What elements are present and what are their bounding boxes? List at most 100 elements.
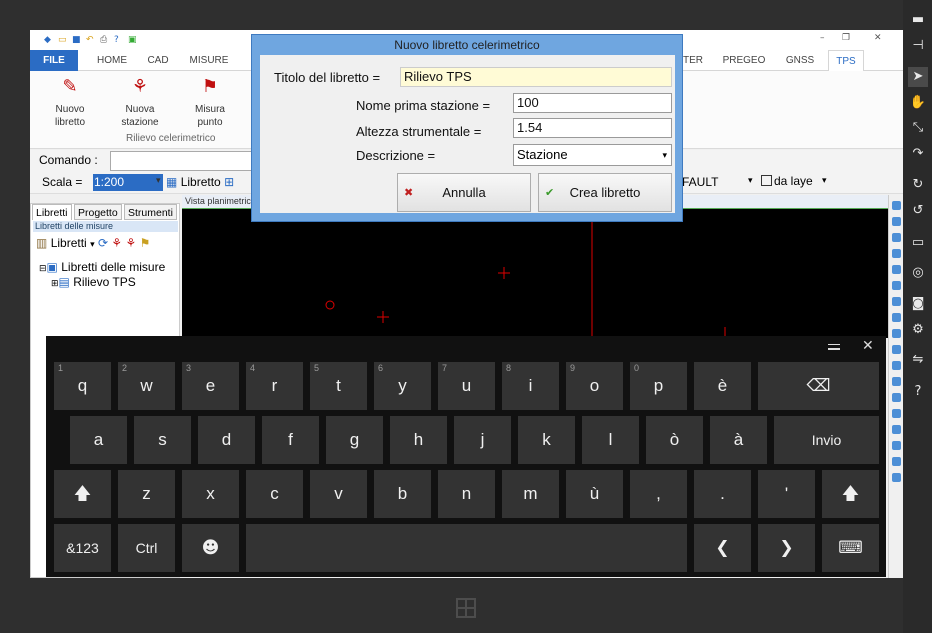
key-d[interactable]: d [198, 416, 255, 464]
titolo-field[interactable]: Rilievo TPS [400, 67, 672, 87]
export-icon[interactable]: ▣ [128, 35, 140, 46]
collapse-icon[interactable]: ⊟ [39, 264, 47, 274]
print-icon[interactable]: ⎙ [100, 35, 112, 46]
shift-left-key[interactable]: 🡅 [54, 470, 111, 518]
key-q[interactable]: 1q [54, 362, 111, 410]
scale-select[interactable]: 1:200 [93, 174, 163, 191]
chevron-down-icon[interactable]: ▾ [156, 175, 161, 186]
tool-icon[interactable] [892, 297, 901, 306]
key-k[interactable]: k [518, 416, 575, 464]
tab-misure[interactable]: MISURE [186, 50, 232, 71]
open-icon[interactable]: ▭ [58, 35, 70, 46]
new-book-button[interactable]: ✎ Nuovo libretto [42, 75, 98, 129]
tab-progetto[interactable]: Progetto [74, 204, 122, 220]
drawing-canvas[interactable] [182, 208, 888, 339]
key-u[interactable]: 7u [438, 362, 495, 410]
key-è[interactable]: è [694, 362, 751, 410]
tool-icon[interactable] [892, 265, 901, 274]
key-l[interactable]: l [582, 416, 639, 464]
camera-icon[interactable]: ◙ [908, 294, 928, 314]
network-icon[interactable]: ⇋ [908, 350, 928, 370]
key-w[interactable]: 2w [118, 362, 175, 410]
left-arrow-key[interactable]: ❮ [694, 524, 751, 572]
tool-icon[interactable] [892, 409, 901, 418]
backspace-key[interactable]: ⌫ [758, 362, 879, 410]
tab-cad[interactable]: CAD [142, 50, 174, 71]
new-station-button[interactable]: ⚘ Nuova stazione [112, 75, 168, 129]
pointer-icon[interactable]: ➤ [908, 67, 928, 87]
tool-icon[interactable] [892, 329, 901, 338]
tool-icon[interactable] [892, 233, 901, 242]
tool-icon[interactable] [892, 377, 901, 386]
key-a[interactable]: a [70, 416, 127, 464]
key-y[interactable]: 6y [374, 362, 431, 410]
tool-icon[interactable] [892, 281, 901, 290]
tool-icon[interactable] [892, 345, 901, 354]
key-x[interactable]: x [182, 470, 239, 518]
maximize-icon[interactable]: ❐ [842, 33, 854, 44]
tab-pregeo[interactable]: PREGEO [718, 50, 770, 71]
swipe-icon[interactable]: ↷ [908, 144, 928, 164]
ctrl-key[interactable]: Ctrl [118, 524, 175, 572]
key-apostrophe[interactable]: ' [758, 470, 815, 518]
tool-icon[interactable] [892, 393, 901, 402]
key-p[interactable]: 0p [630, 362, 687, 410]
key-h[interactable]: h [390, 416, 447, 464]
key-à[interactable]: à [710, 416, 767, 464]
tree-item-rilievo[interactable]: ⊞▤ Rilievo TPS [51, 275, 136, 289]
key-n[interactable]: n [438, 470, 495, 518]
da-layer-checkbox[interactable]: da laye [761, 174, 813, 188]
chevron-down-icon[interactable]: ▾ [90, 239, 95, 249]
stazione-field[interactable]: 100 [513, 93, 672, 113]
altezza-field[interactable]: 1.54 [513, 118, 672, 138]
expand-icon[interactable]: ⊞ [51, 279, 59, 289]
tab-file[interactable]: FILE [30, 50, 78, 71]
key-i[interactable]: 8i [502, 362, 559, 410]
undo-icon[interactable]: ↶ [86, 35, 98, 46]
tool-icon[interactable] [892, 217, 901, 226]
emoji-key[interactable]: ☻ [182, 524, 239, 572]
key-r[interactable]: 4r [246, 362, 303, 410]
right-arrow-key[interactable]: ❯ [758, 524, 815, 572]
tool-icon[interactable] [892, 457, 901, 466]
key-o[interactable]: 9o [566, 362, 623, 410]
minimize-icon[interactable]: – [820, 33, 832, 44]
libretto-toggle[interactable]: ▦ Libretto ⊞ [166, 175, 234, 189]
key-f[interactable]: f [262, 416, 319, 464]
space-key[interactable] [246, 524, 687, 572]
display-icon[interactable]: ▭ [908, 233, 928, 253]
rotate-right-icon[interactable]: ↻ [908, 175, 928, 195]
close-icon[interactable]: ✕ [874, 33, 886, 44]
pin-icon[interactable]: ⊣ [908, 36, 928, 56]
instrument-icon[interactable]: ⚘ [125, 236, 136, 250]
descrizione-select[interactable]: Stazione ▾ [513, 144, 672, 166]
libretti-dropdown[interactable]: Libretti [51, 236, 87, 250]
gesture-icon[interactable]: ⤡ [908, 118, 928, 138]
key-j[interactable]: j [454, 416, 511, 464]
close-keyboard-icon[interactable]: ✕ [862, 338, 874, 354]
help-icon[interactable]: ? [114, 35, 126, 46]
tool-icon[interactable] [892, 201, 901, 210]
key-c[interactable]: c [246, 470, 303, 518]
tab-home[interactable]: HOME [90, 50, 134, 71]
tool-icon[interactable] [892, 249, 901, 258]
tool-icon[interactable] [892, 441, 901, 450]
dock-keyboard-icon[interactable] [828, 344, 840, 350]
key-b[interactable]: b [374, 470, 431, 518]
chevron-down-icon[interactable]: ▾ [822, 175, 827, 186]
measure-point-button[interactable]: ⚑ Misura punto [182, 75, 238, 129]
key-z[interactable]: z [118, 470, 175, 518]
tree-root[interactable]: ⊟▣ Libretti delle misure [39, 260, 165, 274]
tool-icon[interactable] [892, 425, 901, 434]
key-s[interactable]: s [134, 416, 191, 464]
key-t[interactable]: 5t [310, 362, 367, 410]
gear-icon[interactable]: ⚙ [908, 320, 928, 340]
key-v[interactable]: v [310, 470, 367, 518]
layer-select[interactable]: FAULT [682, 175, 718, 189]
checkbox-box[interactable] [761, 175, 772, 186]
tab-gnss[interactable]: GNSS [780, 50, 820, 71]
tab-tps[interactable]: TPS [828, 50, 864, 71]
key-g[interactable]: g [326, 416, 383, 464]
shift-right-key[interactable]: 🡅 [822, 470, 879, 518]
key-ù[interactable]: ù [566, 470, 623, 518]
